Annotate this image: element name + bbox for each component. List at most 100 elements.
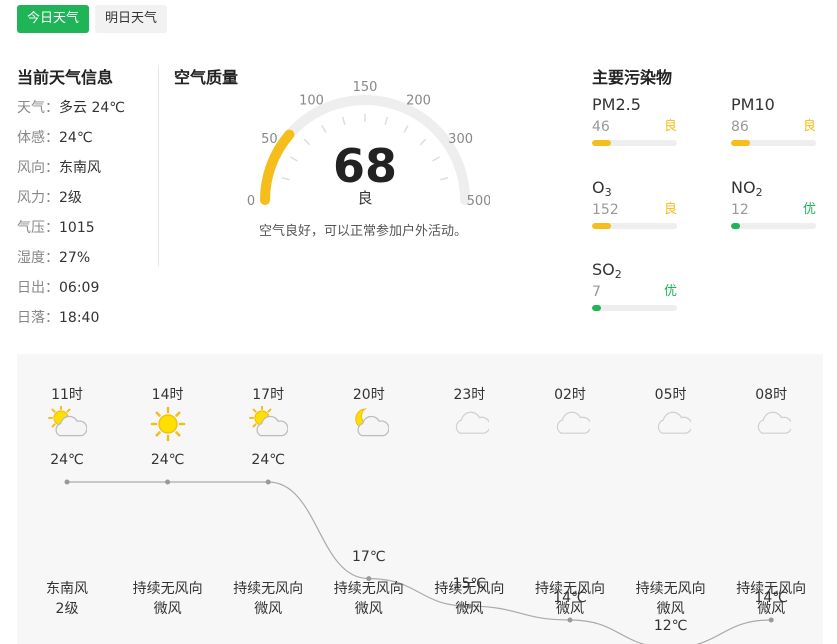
pollutant-level: 良 — [663, 119, 677, 134]
pollutant-name-text: SO — [592, 260, 615, 279]
pollutant-reading: 7优 — [592, 282, 677, 302]
forecast-wind: 东南风 2级 — [22, 579, 112, 619]
pollutant-reading: 86 良 — [731, 117, 816, 137]
temperature-label: 14℃ — [553, 590, 587, 606]
cloud-icon — [449, 406, 491, 442]
forecast-wind: 持续无风向 微风 — [324, 579, 414, 619]
tab-tomorrow[interactable]: 明日天气 — [95, 5, 168, 33]
pollutant-bar-fill — [592, 305, 601, 311]
tab-today[interactable]: 今日天气 — [17, 5, 90, 33]
aqi-description: 空气良好，可以正常参加户外活动。 — [258, 224, 467, 239]
wind-direction: 持续无风向 — [233, 581, 304, 597]
pollutant-name: SO2 — [592, 258, 677, 282]
temperature-point — [165, 479, 171, 485]
wind-force: 微风 — [656, 601, 685, 617]
partly-cloudy-day-icon — [47, 405, 88, 442]
forecast-hour: 20时 — [352, 387, 385, 403]
pollutant-name-subscript: 3 — [604, 186, 612, 199]
aqi-level: 良 — [357, 189, 372, 207]
sun-icon — [148, 406, 188, 442]
forecast-hour: 05时 — [654, 387, 687, 403]
pollutant-no2: NO2 12 优 — [731, 176, 816, 229]
pollutant-value: 46 — [592, 119, 610, 135]
info-key: 体感： — [17, 130, 59, 146]
pollutant-bar — [731, 223, 816, 229]
temperature-point — [265, 479, 271, 485]
gauge-scale-label: 50 — [261, 132, 278, 147]
wind-direction: 持续无风向 — [132, 581, 203, 597]
cloud-icon — [651, 406, 693, 442]
wind-force: 2级 — [55, 601, 79, 617]
forecast-wind: 持续无风向 微风 — [223, 579, 313, 619]
wind-direction: 持续无风向 — [333, 581, 404, 597]
forecast-hour: 11时 — [51, 387, 83, 403]
pollutant-level: 良 — [802, 119, 816, 134]
info-value: 1015 — [59, 220, 95, 236]
gauge-tick — [403, 125, 409, 133]
pollutant-bar — [592, 140, 677, 146]
pollutant-name: NO2 — [731, 176, 816, 200]
pollutant-bar-fill — [592, 223, 611, 229]
temperature-label: 24℃ — [50, 452, 84, 468]
gauge-tick — [440, 177, 449, 181]
pollutant-name: O3 — [592, 176, 677, 200]
wind-force: 微风 — [153, 601, 182, 617]
pollutant-name-text: NO — [731, 178, 756, 197]
temperature-label: 14℃ — [754, 590, 788, 606]
pollutant-name-subscript: 2 — [614, 268, 622, 281]
pollutant-name: PM2.5 — [592, 93, 677, 117]
info-row-sunrise: 日出：06:09 — [17, 275, 157, 305]
gauge-scale-label: 0 — [247, 194, 255, 209]
temperature-label: 17℃ — [352, 548, 386, 565]
forecast-hour: 23时 — [453, 387, 486, 403]
forecast-hour: 08时 — [755, 387, 788, 403]
info-value: 东南风 — [59, 160, 101, 176]
info-value: 18:40 — [59, 310, 100, 326]
info-key: 日出： — [17, 280, 59, 296]
pollutant-reading: 152 良 — [592, 200, 677, 220]
info-value: 多云 24℃ — [59, 100, 125, 116]
gauge-tick — [384, 116, 388, 125]
pollutant-name: PM10 — [731, 93, 816, 117]
pollutant-reading: 12 优 — [731, 200, 816, 220]
wind-direction: 东南风 — [46, 581, 88, 597]
pollutant-name-subscript: 2 — [755, 186, 763, 199]
pollutant-bar — [592, 223, 677, 229]
pollutant-bar — [731, 140, 816, 146]
temperature-label: 12℃ — [653, 617, 688, 634]
gauge-tick — [281, 177, 290, 181]
pollutants-title: 主要污染物 — [592, 68, 673, 87]
gauge-scale-label: 500 — [467, 194, 490, 209]
forecast-wind: 持续无风向 微风 — [626, 579, 716, 619]
pollutant-name-text: O — [592, 178, 605, 197]
pollutant-bar-fill — [731, 223, 740, 229]
forecast-hour: 14时 — [151, 387, 184, 403]
info-value: 27% — [59, 250, 91, 266]
pollutant-pm25: PM2.5 46 良 — [592, 93, 677, 146]
gauge-tick — [321, 125, 327, 133]
info-key: 气压： — [17, 220, 59, 236]
gauge-tick — [432, 156, 440, 162]
cloud-icon — [550, 406, 592, 442]
aqi-value: 68 — [333, 139, 397, 193]
temperature-point — [64, 479, 70, 485]
info-row-wind-direction: 风向：东南风 — [17, 155, 157, 185]
current-weather-title: 当前天气信息 — [17, 68, 114, 87]
wind-force: 微风 — [254, 601, 283, 617]
pollutant-so2: SO2 7优 — [592, 258, 677, 311]
temperature-label: 24℃ — [150, 452, 185, 468]
pollutant-pm10: PM10 86 良 — [731, 93, 816, 146]
forecast-hour: 17时 — [252, 387, 285, 403]
gauge-tick — [290, 156, 298, 162]
pollutant-value: 152 — [592, 202, 619, 218]
cloud-icon — [751, 406, 793, 442]
section-divider — [158, 66, 159, 266]
gauge-tick — [303, 138, 311, 146]
wind-force: 微风 — [455, 601, 484, 617]
gauge-scale-label: 300 — [448, 132, 473, 147]
info-row-wind-force: 风力：2级 — [17, 185, 157, 215]
info-value: 24℃ — [59, 130, 93, 146]
air-quality-title: 空气质量 — [174, 68, 239, 87]
pollutant-value: 7 — [592, 284, 601, 300]
info-row-feels-like: 体感：24℃ — [17, 125, 157, 155]
